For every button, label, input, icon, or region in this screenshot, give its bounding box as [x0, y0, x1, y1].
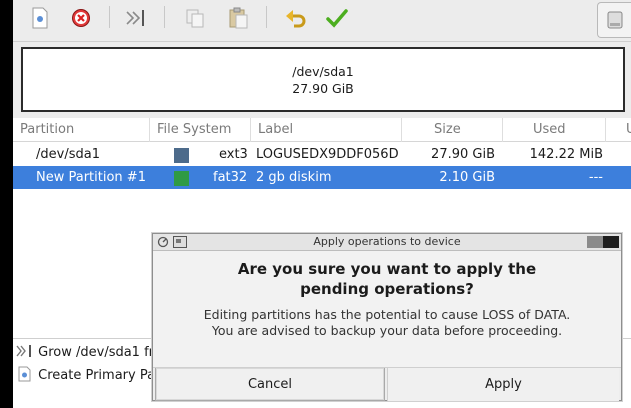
resize-move-icon: [126, 10, 144, 26]
paste-button[interactable]: [223, 4, 253, 32]
column-unused[interactable]: U: [606, 118, 631, 142]
table-row[interactable]: /dev/sda1 ext3 LOGUSEDX9DDF056D 27.90 Gi…: [13, 143, 631, 166]
operation-text: Grow /dev/sda1 fr: [38, 345, 155, 360]
minimize-button[interactable]: [587, 236, 603, 248]
table-header: Partition File System Label Size Used U: [13, 118, 631, 142]
partition-label: 2 gb diskim: [256, 170, 332, 185]
partition-graphic[interactable]: /dev/sda1 27.90 GiB: [21, 47, 625, 112]
resize-icon: [16, 345, 31, 357]
partition-name: /dev/sda1: [36, 147, 100, 162]
column-partition[interactable]: Partition: [13, 118, 150, 142]
toolbar: [13, 0, 631, 42]
copy-icon: [186, 9, 204, 28]
resize-move-button[interactable]: [121, 4, 151, 32]
list-item[interactable]: Grow /dev/sda1 fr: [16, 342, 154, 364]
delete-icon: [72, 9, 90, 27]
disk-graphic-area: /dev/sda1 27.90 GiB: [13, 42, 631, 118]
new-partition-icon: [18, 366, 31, 382]
apply-button[interactable]: [322, 4, 352, 32]
column-used[interactable]: Used: [503, 118, 606, 142]
device-icon: [607, 11, 622, 29]
partition-filesystem: ext3: [219, 147, 248, 162]
column-label[interactable]: Label: [251, 118, 402, 142]
column-size[interactable]: Size: [402, 118, 503, 142]
dialog-secondary-text: Editing partitions has the potential to …: [153, 307, 621, 339]
maximize-button[interactable]: [603, 236, 619, 248]
filesystem-color-swatch: [174, 148, 189, 163]
delete-partition-button[interactable]: [66, 4, 96, 32]
undo-icon: [286, 10, 306, 28]
partition-used: ---: [588, 170, 603, 185]
operation-text: Create Primary Pa: [38, 368, 156, 383]
secondary-line-1: Editing partitions has the potential to …: [203, 307, 571, 322]
partition-filesystem: fat32: [213, 170, 248, 185]
undo-button[interactable]: [281, 4, 311, 32]
device-selector-button[interactable]: [597, 2, 631, 38]
new-icon: [32, 7, 48, 29]
table-row-selected[interactable]: New Partition #1 fat32 2 gb diskim 2.10 …: [13, 166, 631, 189]
dialog-primary-text: Are you sure you want to apply the pendi…: [153, 259, 621, 299]
dialog-title: Apply operations to device: [313, 235, 461, 248]
secondary-line-2: You are advised to backup your data befo…: [211, 323, 563, 338]
dialog-body: Are you sure you want to apply the pendi…: [153, 251, 621, 367]
partition-used: 142.22 MiB: [529, 147, 603, 162]
primary-line-2: pending operations?: [300, 280, 474, 298]
primary-line-1: Are you sure you want to apply the: [237, 260, 537, 278]
dialog-button-bar: Cancel Apply: [153, 367, 621, 401]
new-partition-button[interactable]: [25, 4, 55, 32]
apply-confirm-button[interactable]: Apply: [387, 368, 619, 401]
list-item[interactable]: Create Primary Pa: [16, 365, 155, 387]
paste-icon: [229, 7, 248, 29]
dialog-titlebar[interactable]: Apply operations to device: [153, 234, 621, 251]
cancel-button[interactable]: Cancel: [155, 368, 385, 401]
partition-graphic-name: /dev/sda1: [292, 64, 354, 79]
filesystem-color-swatch: [174, 171, 189, 186]
column-file-system[interactable]: File System: [150, 118, 251, 142]
partition-graphic-size: 27.90 GiB: [292, 81, 354, 96]
partition-size: 2.10 GiB: [439, 170, 495, 185]
window-edge: [0, 0, 13, 408]
copy-button[interactable]: [180, 4, 210, 32]
apply-operations-dialog: Apply operations to device Are you sure …: [152, 233, 622, 401]
partition-name: New Partition #1: [36, 170, 146, 185]
apply-icon: [326, 9, 348, 28]
partition-size: 27.90 GiB: [431, 147, 495, 162]
partition-label: LOGUSEDX9DDF056D: [256, 147, 399, 162]
